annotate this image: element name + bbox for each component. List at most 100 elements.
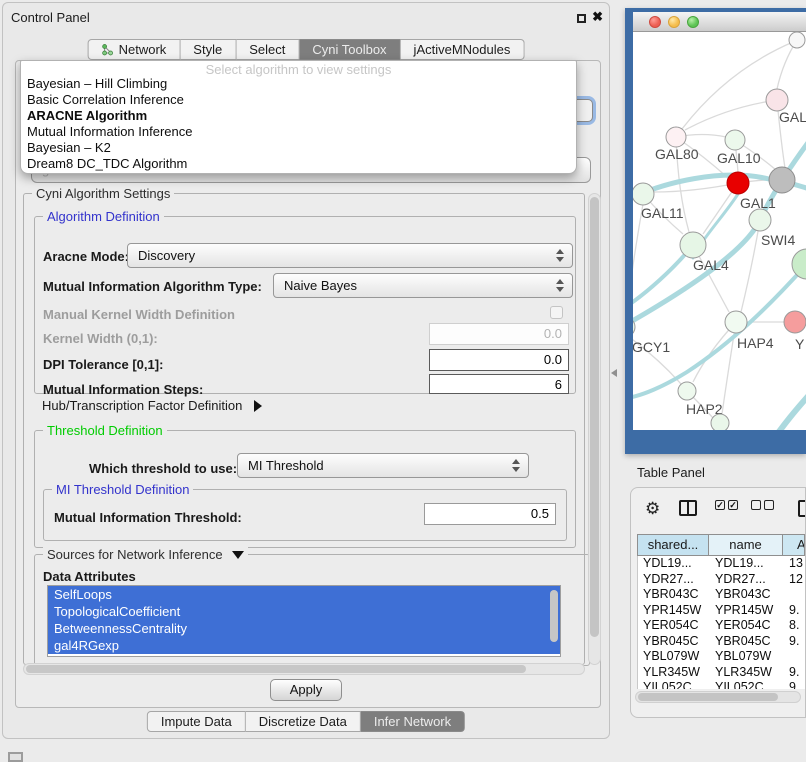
algorithm-option-bayesian-k2[interactable]: Bayesian – K2: [21, 140, 576, 156]
table-row[interactable]: YIL052CYIL052C9: [638, 680, 805, 689]
attribute-item-topologicalcoefficient[interactable]: TopologicalCoefficient: [48, 603, 560, 620]
node-label-gal11: GAL11: [641, 205, 684, 221]
algorithm-option-basic-correlation-inference[interactable]: Basic Correlation Inference: [21, 92, 576, 108]
table-panel-title: Table Panel: [637, 465, 705, 480]
apply-button[interactable]: Apply: [270, 679, 342, 701]
network-canvas[interactable]: GALGAL80GAL10GAL1SWI4GAL11GAL4GCY1HAP4YH…: [633, 32, 806, 430]
float-window-icon[interactable]: [577, 14, 586, 23]
deselect-all-checkboxes-icon[interactable]: [751, 500, 774, 510]
table-row[interactable]: YER054CYER054C8.: [638, 618, 805, 634]
network-node-swi4[interactable]: [749, 209, 771, 231]
collapse-down-icon: [232, 551, 244, 559]
tab-discretize-data[interactable]: Discretize Data: [246, 711, 361, 732]
control-panel: Control Panel ✖ NetworkStyleSelectCyni T…: [2, 2, 610, 739]
mi-threshold-title: MI Threshold Definition: [52, 482, 193, 497]
stepper-arrows-icon[interactable]: [512, 458, 520, 473]
network-node-gal80[interactable]: [666, 127, 686, 147]
hub-definition-label: Hub/Transcription Factor Definition: [42, 398, 242, 413]
document-icon[interactable]: [798, 500, 806, 517]
kernel-width-field[interactable]: 0.0: [429, 323, 569, 345]
stepper-arrows-icon[interactable]: [556, 278, 564, 293]
minimize-traffic-light-icon[interactable]: [668, 16, 680, 28]
stepper-arrows-icon[interactable]: [556, 248, 564, 263]
network-node-hap2[interactable]: [678, 382, 696, 400]
settings-panel-title: Cyni Algorithm Settings: [32, 186, 174, 201]
table-rows: YDL19...YDL19...13YDR27...YDR27...12YBR0…: [637, 556, 805, 689]
column-header-name[interactable]: name: [709, 534, 783, 556]
mi-threshold-field[interactable]: 0.5: [424, 503, 556, 525]
attribute-item-selfloops[interactable]: SelfLoops: [48, 586, 560, 603]
table-row[interactable]: YDR27...YDR27...12: [638, 572, 805, 588]
network-node[interactable]: [711, 414, 729, 430]
tab-cyni-toolbox[interactable]: Cyni Toolbox: [299, 39, 400, 60]
network-node-gal10[interactable]: [725, 130, 745, 150]
algorithm-option-bayesian-hill-climbing[interactable]: Bayesian – Hill Climbing: [21, 76, 576, 92]
aracne-mode-label: Aracne Mode:: [43, 249, 129, 264]
select-all-checkboxes-icon[interactable]: ✓✓: [715, 500, 738, 510]
network-node-y[interactable]: [784, 311, 806, 333]
network-window-titlebar[interactable]: [633, 12, 806, 32]
cyni-algorithm-settings-panel: Cyni Algorithm Settings Algorithm Defini…: [23, 193, 585, 665]
settings-horizontal-scrollbar[interactable]: [23, 663, 585, 675]
tab-select[interactable]: Select: [236, 39, 299, 60]
network-node-hap4[interactable]: [725, 311, 747, 333]
table-row[interactable]: YPR145WYPR145W9.: [638, 603, 805, 619]
network-node[interactable]: [769, 167, 795, 193]
network-edge-highlighted[interactable]: [765, 384, 806, 430]
tab-infer-network[interactable]: Infer Network: [361, 711, 465, 732]
close-traffic-light-icon[interactable]: [649, 16, 661, 28]
attribute-item-gal4rgexp[interactable]: gal4RGexp: [48, 637, 560, 654]
tab-style[interactable]: Style: [180, 39, 236, 60]
network-edge[interactable]: [685, 100, 777, 130]
network-node-gal11[interactable]: [633, 183, 654, 205]
hub-definition-expander[interactable]: Hub/Transcription Factor Definition: [42, 398, 262, 413]
tab-impute-data[interactable]: Impute Data: [147, 711, 246, 732]
table-row[interactable]: YDL19...YDL19...13: [638, 556, 805, 572]
network-graph[interactable]: GALGAL80GAL10GAL1SWI4GAL11GAL4GCY1HAP4YH…: [633, 32, 806, 430]
algorithm-option-aracne-algorithm[interactable]: ARACNE Algorithm: [21, 108, 576, 124]
settings-vertical-scrollbar[interactable]: [588, 193, 601, 665]
network-node-gal[interactable]: [766, 89, 788, 111]
network-edge-highlighted[interactable]: [793, 184, 806, 192]
network-view-window[interactable]: GALGAL80GAL10GAL1SWI4GAL11GAL4GCY1HAP4YH…: [625, 8, 806, 454]
list-vertical-scrollbar[interactable]: [550, 588, 559, 654]
table-horizontal-scrollbar[interactable]: [635, 691, 801, 703]
columns-icon[interactable]: [679, 500, 697, 516]
sources-title[interactable]: Sources for Network Inference: [43, 547, 248, 562]
network-node[interactable]: [789, 32, 805, 48]
network-edge[interactable]: [633, 204, 643, 327]
algorithm-option-dream8-dc-tdc-algorithm[interactable]: Dream8 DC_TDC Algorithm: [21, 156, 576, 172]
dpi-tolerance-label: DPI Tolerance [0,1]:: [43, 357, 163, 372]
table-row[interactable]: YBR043CYBR043C: [638, 587, 805, 603]
manual-kernel-checkbox[interactable]: [550, 306, 563, 319]
network-node[interactable]: [792, 249, 806, 279]
which-threshold-combobox[interactable]: MI Threshold: [237, 453, 529, 478]
minimized-panel-icon[interactable]: [8, 752, 23, 762]
tab-network[interactable]: Network: [88, 39, 181, 60]
dpi-tolerance-field[interactable]: 0.0: [429, 349, 569, 371]
mi-type-combobox[interactable]: Naive Bayes: [273, 273, 573, 298]
split-pane-collapse-icon[interactable]: [611, 369, 617, 377]
table-row[interactable]: YBR045CYBR045C9.: [638, 634, 805, 650]
network-node-gal1[interactable]: [727, 172, 749, 194]
threshold-definition-title: Threshold Definition: [43, 423, 167, 438]
aracne-mode-combobox[interactable]: Discovery: [127, 243, 573, 268]
data-attributes-list: SelfLoopsTopologicalCoefficientBetweenne…: [47, 585, 561, 657]
tab-jactivemnodules[interactable]: jActiveMNodules: [401, 39, 525, 60]
node-label-y: Y: [795, 336, 805, 352]
algorithm-dropdown-popup: Select algorithm to view settings Bayesi…: [20, 60, 577, 174]
gear-icon[interactable]: ⚙: [645, 500, 660, 517]
table-row[interactable]: YLR345WYLR345W9.: [638, 665, 805, 681]
column-header-shared[interactable]: shared...: [637, 534, 709, 556]
zoom-traffic-light-icon[interactable]: [687, 16, 699, 28]
algorithm-option-mutual-information-inference[interactable]: Mutual Information Inference: [21, 124, 576, 140]
network-node-gal4[interactable]: [680, 232, 706, 258]
attribute-item-betweennesscentrality[interactable]: BetweennessCentrality: [48, 620, 560, 637]
column-header-a[interactable]: A: [783, 534, 805, 556]
mi-steps-field[interactable]: 6: [429, 374, 569, 394]
close-icon[interactable]: ✖: [592, 9, 603, 25]
network-edge-highlighted[interactable]: [633, 264, 806, 398]
which-threshold-label: Which threshold to use:: [89, 461, 237, 476]
threshold-definition-group: Threshold Definition Which threshold to …: [34, 430, 576, 548]
table-row[interactable]: YBL079WYBL079W: [638, 649, 805, 665]
